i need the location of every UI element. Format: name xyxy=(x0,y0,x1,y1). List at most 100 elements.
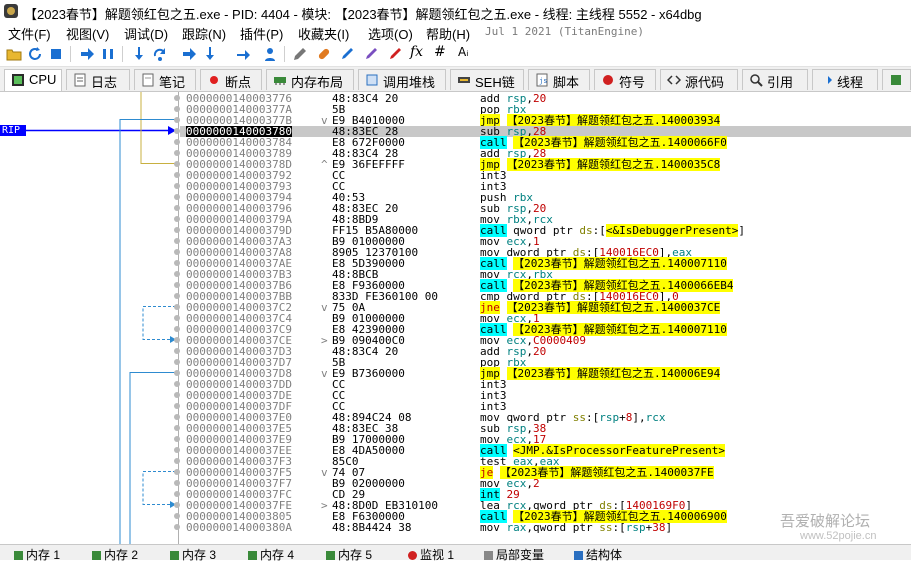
breakpoint-dot-icon[interactable] xyxy=(174,359,180,365)
label-icon[interactable] xyxy=(364,46,380,62)
tab-memory-map[interactable]: 内存布局 xyxy=(266,69,354,90)
restart-icon[interactable] xyxy=(27,46,43,62)
tab-dump-5[interactable]: 内存 5 xyxy=(326,546,373,562)
tab-dump-1[interactable]: 内存 1 xyxy=(14,546,60,562)
patch-icon[interactable] xyxy=(316,46,332,62)
breakpoint-dot-icon[interactable] xyxy=(174,117,180,123)
breakpoint-dot-icon[interactable] xyxy=(174,370,180,376)
highlight-icon[interactable] xyxy=(292,46,308,62)
breakpoint-dot-icon[interactable] xyxy=(174,183,180,189)
breakpoint-dot-icon[interactable] xyxy=(174,403,180,409)
execute-till-return-icon[interactable] xyxy=(235,46,251,62)
breakpoint-dot-icon[interactable] xyxy=(174,502,180,508)
tab-threads[interactable]: 线程 xyxy=(812,69,878,90)
tab-log[interactable]: 日志 xyxy=(66,69,130,90)
tab-overflow[interactable] xyxy=(882,69,911,90)
menu-debug[interactable]: 调试(D) xyxy=(124,24,168,43)
breakpoint-dot-icon[interactable] xyxy=(174,172,180,178)
breakpoint-dot-icon[interactable] xyxy=(174,491,180,497)
breakpoint-dot-icon[interactable] xyxy=(174,414,180,420)
breakpoint-dot-icon[interactable] xyxy=(174,95,180,101)
run-icon[interactable] xyxy=(79,46,95,62)
breakpoint-dot-icon[interactable] xyxy=(174,447,180,453)
step-over-icon[interactable] xyxy=(152,46,168,62)
breakpoint-icon xyxy=(210,76,218,84)
tab-label: 调用堆栈 xyxy=(383,75,436,90)
function-icon[interactable]: fx xyxy=(410,44,428,60)
breakpoint-dot-icon[interactable] xyxy=(174,106,180,112)
menu-help[interactable]: 帮助(H) xyxy=(426,24,470,43)
jump-direction-mark: v xyxy=(321,301,328,314)
breakpoint-dot-icon[interactable] xyxy=(174,238,180,244)
step-into-icon[interactable] xyxy=(131,46,147,62)
breakpoint-dot-icon[interactable] xyxy=(174,436,180,442)
tab-references[interactable]: 引用 xyxy=(742,69,808,90)
tab-label: 内存 2 xyxy=(104,548,139,562)
tab-struct[interactable]: 结构体 xyxy=(574,546,622,562)
breakpoint-dot-icon[interactable] xyxy=(174,161,180,167)
breakpoint-dot-icon[interactable] xyxy=(174,249,180,255)
tab-label: 内存 5 xyxy=(338,548,373,562)
menu-view[interactable]: 视图(V) xyxy=(66,24,109,43)
tab-breakpoints[interactable]: 断点 xyxy=(200,69,262,90)
breakpoint-dot-icon[interactable] xyxy=(174,513,180,519)
tab-watch-1[interactable]: 监视 1 xyxy=(408,546,455,562)
hash-icon[interactable]: # xyxy=(434,44,450,60)
breakpoint-dot-icon[interactable] xyxy=(174,139,180,145)
seh-icon xyxy=(458,77,470,83)
breakpoint-dot-icon[interactable] xyxy=(174,260,180,266)
breakpoint-dot-icon[interactable] xyxy=(174,458,180,464)
menu-plugins[interactable]: 插件(P) xyxy=(240,24,283,43)
trace-over-icon[interactable] xyxy=(202,46,218,62)
breakpoint-dot-icon[interactable] xyxy=(174,128,180,134)
breakpoint-dot-icon[interactable] xyxy=(174,392,180,398)
stop-icon[interactable] xyxy=(48,46,64,62)
breakpoint-dot-icon[interactable] xyxy=(174,216,180,222)
tab-locals[interactable]: 局部变量 xyxy=(484,546,544,562)
breakpoint-dot-icon[interactable] xyxy=(174,227,180,233)
jump-direction-mark: ^ xyxy=(321,158,328,171)
tab-dump-3[interactable]: 内存 3 xyxy=(170,546,216,562)
open-icon[interactable] xyxy=(6,46,22,62)
breakpoint-dot-icon[interactable] xyxy=(174,282,180,288)
breakpoint-dot-icon[interactable] xyxy=(174,469,180,475)
branch-arrows xyxy=(26,92,176,544)
breakpoint-dot-icon[interactable] xyxy=(174,205,180,211)
tab-seh-chain[interactable]: SEH链 xyxy=(450,69,524,90)
run-to-user-code-icon[interactable] xyxy=(262,46,278,62)
trace-into-icon[interactable] xyxy=(181,46,197,62)
menu-options[interactable]: 选项(O) xyxy=(368,24,413,43)
pause-icon[interactable] xyxy=(100,46,116,62)
breakpoint-dot-icon[interactable] xyxy=(174,271,180,277)
breakpoint-dot-icon[interactable] xyxy=(174,337,180,343)
disassembly-view[interactable]: RIP 0000000140003776 48:83C4 20 add rsp,20… xyxy=(0,92,911,544)
tab-source[interactable]: 源代码 xyxy=(660,69,738,90)
breakpoint-dot-icon[interactable] xyxy=(174,194,180,200)
tab-script[interactable]: js 脚本 xyxy=(528,69,590,90)
breakpoint-dot-icon[interactable] xyxy=(174,480,180,486)
breakpoint-dot-icon[interactable] xyxy=(174,425,180,431)
menu-file[interactable]: 文件(F) xyxy=(8,24,51,43)
breakpoint-dot-icon[interactable] xyxy=(174,304,180,310)
breakpoint-dot-icon[interactable] xyxy=(174,293,180,299)
breakpoint-dot-icon[interactable] xyxy=(174,315,180,321)
comment-icon[interactable] xyxy=(340,46,356,62)
font-icon[interactable]: Aᵢ xyxy=(458,45,474,61)
tab-dump-4[interactable]: 内存 4 xyxy=(248,546,294,562)
breakpoint-dot-icon[interactable] xyxy=(174,150,180,156)
breakpoint-dot-icon[interactable] xyxy=(174,348,180,354)
menu-trace[interactable]: 跟踪(N) xyxy=(182,24,226,43)
menu-favourites[interactable]: 收藏夹(I) xyxy=(298,24,349,43)
tab-label: 监视 1 xyxy=(420,548,455,562)
tab-call-stack[interactable]: 调用堆栈 xyxy=(358,69,446,90)
breakpoint-dot-icon[interactable] xyxy=(174,381,180,387)
threads-icon xyxy=(820,76,832,84)
jump-direction-mark: > xyxy=(321,499,328,512)
tab-cpu[interactable]: CPU xyxy=(4,69,62,91)
tab-symbols[interactable]: 符号 xyxy=(594,69,656,90)
breakpoint-dot-icon[interactable] xyxy=(174,326,180,332)
tab-notes[interactable]: 笔记 xyxy=(134,69,196,90)
breakpoint-dot-icon[interactable] xyxy=(174,524,180,530)
bookmark-icon[interactable] xyxy=(388,46,404,62)
tab-dump-2[interactable]: 内存 2 xyxy=(92,546,139,562)
